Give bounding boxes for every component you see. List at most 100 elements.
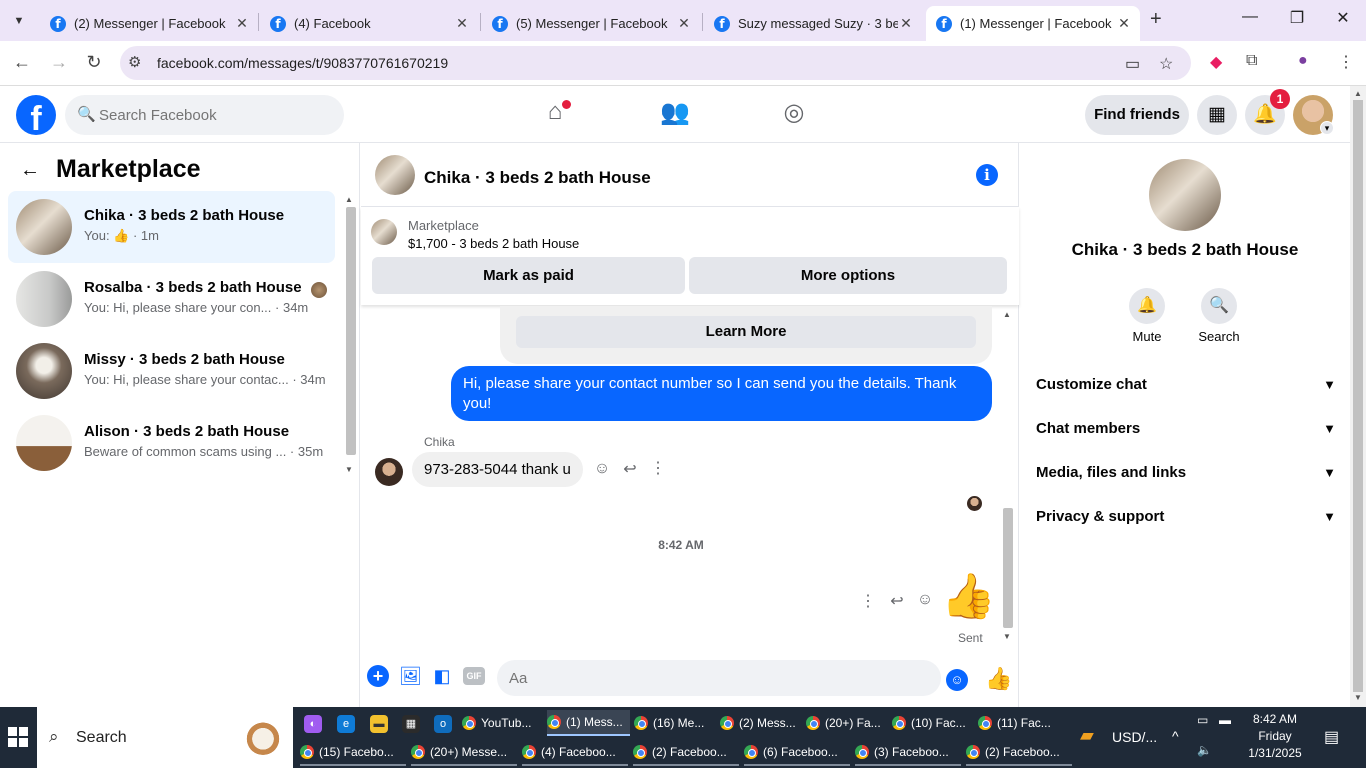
- conversation-item-missy[interactable]: Missy · 3 beds 2 bath House You: Hi, ple…: [8, 335, 335, 407]
- back-icon[interactable]: ←: [10, 52, 34, 73]
- currency-widget-label[interactable]: USD/...: [1112, 729, 1157, 745]
- taskbar-window-active[interactable]: (1) Mess...: [547, 710, 630, 736]
- incoming-message[interactable]: 973-283-5044 thank u: [412, 452, 583, 487]
- new-tab-icon[interactable]: +: [1150, 8, 1162, 31]
- taskbar-window[interactable]: (11) Fac...: [978, 710, 1058, 736]
- privacy-support-section[interactable]: Privacy & support ▼: [1036, 499, 1336, 535]
- taskbar-window[interactable]: (2) Faceboo...: [966, 740, 1072, 766]
- conversation-item-rosalba[interactable]: Rosalba · 3 beds 2 bath House You: Hi, p…: [8, 263, 335, 335]
- taskbar-window[interactable]: (10) Fac...: [892, 710, 972, 736]
- windows-start-icon[interactable]: [8, 727, 28, 747]
- extension-icon[interactable]: ◆: [1210, 52, 1222, 72]
- close-tab-icon[interactable]: ✕: [898, 15, 914, 32]
- react-emoji-icon[interactable]: ☺: [915, 591, 935, 609]
- back-arrow-icon[interactable]: ←: [20, 159, 40, 182]
- taskbar-search[interactable]: ⌕ Search: [37, 707, 293, 768]
- conversation-item-chika[interactable]: Chika · 3 beds 2 bath House You: 👍 · 1m: [8, 191, 335, 263]
- taskbar-window[interactable]: (3) Faceboo...: [855, 740, 961, 766]
- restore-icon[interactable]: ❐: [1287, 8, 1307, 28]
- send-like-icon[interactable]: 👍: [985, 666, 1012, 692]
- mute-button[interactable]: 🔔 Mute: [1117, 288, 1177, 344]
- avatar[interactable]: [1149, 159, 1221, 231]
- close-window-icon[interactable]: ✕: [1333, 8, 1353, 28]
- search-in-chat-button[interactable]: 🔍 Search: [1189, 288, 1249, 344]
- page-scrollbar[interactable]: ▲ ▼: [1350, 86, 1366, 707]
- taskbar-window[interactable]: (4) Faceboo...: [522, 740, 628, 766]
- search-input[interactable]: [99, 95, 339, 135]
- taskbar-window[interactable]: YouTub...: [462, 710, 542, 736]
- chevron-down-icon[interactable]: ▾: [1320, 121, 1334, 135]
- browser-tab[interactable]: f (5) Messenger | Facebook ✕: [482, 6, 700, 41]
- edge-icon[interactable]: e: [337, 715, 355, 733]
- bookmark-star-icon[interactable]: ☆: [1159, 54, 1173, 74]
- tab-search-dropdown-icon[interactable]: ▼: [8, 10, 30, 32]
- browser-tab[interactable]: f Suzy messaged Suzy · 3 bed ✕: [704, 6, 922, 41]
- address-bar[interactable]: ⚙ facebook.com/messages/t/90837707616702…: [120, 46, 1191, 80]
- browser-tab-active[interactable]: f (1) Messenger | Facebook ✕: [926, 6, 1140, 41]
- chat-members-section[interactable]: Chat members ▼: [1036, 411, 1336, 447]
- avatar[interactable]: [375, 155, 415, 195]
- taskbar-window[interactable]: (15) Facebo...: [300, 740, 406, 766]
- profile-icon[interactable]: ●: [1298, 52, 1308, 70]
- listing-title[interactable]: $1,700 - 3 beds 2 bath House: [408, 236, 579, 251]
- more-actions-icon[interactable]: ⋮: [648, 458, 668, 478]
- minimize-icon[interactable]: —: [1240, 8, 1260, 26]
- emoji-icon[interactable]: ☺: [946, 669, 968, 691]
- taskbar-window[interactable]: (16) Me...: [634, 710, 714, 736]
- taskbar-window[interactable]: (20+) Messe...: [411, 740, 517, 766]
- facebook-search[interactable]: 🔍: [65, 95, 344, 135]
- browser-tab[interactable]: f (4) Facebook ✕: [260, 6, 478, 41]
- site-settings-icon[interactable]: ⚙: [128, 53, 141, 71]
- gif-icon[interactable]: GIF: [463, 667, 485, 685]
- info-icon[interactable]: i: [976, 164, 998, 186]
- currency-widget-icon[interactable]: ▰: [1080, 725, 1094, 746]
- react-emoji-icon[interactable]: ☺: [592, 460, 612, 478]
- facebook-logo-icon[interactable]: f: [16, 95, 56, 135]
- outgoing-message[interactable]: Hi, please share your contact number so …: [451, 366, 992, 421]
- more-actions-icon[interactable]: ⋮: [858, 591, 878, 611]
- more-options-button[interactable]: More options: [689, 257, 1007, 294]
- find-friends-button[interactable]: Find friends: [1085, 95, 1189, 135]
- chrome-menu-icon[interactable]: ⋮: [1338, 52, 1354, 72]
- message-input[interactable]: [509, 660, 909, 696]
- customize-chat-section[interactable]: Customize chat ▼: [1036, 367, 1336, 403]
- taskbar-window[interactable]: (2) Faceboo...: [633, 740, 739, 766]
- reload-icon[interactable]: ↻: [82, 52, 106, 73]
- reply-icon[interactable]: ↩: [620, 459, 640, 479]
- listing-thumbnail[interactable]: [371, 219, 397, 245]
- mark-as-paid-button[interactable]: Mark as paid: [372, 257, 685, 294]
- close-tab-icon[interactable]: ✕: [234, 15, 250, 32]
- reply-icon[interactable]: ↩: [887, 591, 907, 611]
- close-tab-icon[interactable]: ✕: [1116, 15, 1132, 32]
- sender-avatar[interactable]: [375, 458, 403, 486]
- learn-more-button[interactable]: Learn More: [516, 316, 976, 348]
- chat-title[interactable]: Chika · 3 beds 2 bath House: [424, 168, 651, 188]
- chat-scrollbar[interactable]: ▲ ▼: [1001, 308, 1015, 644]
- extensions-puzzle-icon[interactable]: ⧉: [1246, 52, 1257, 70]
- close-tab-icon[interactable]: ✕: [454, 15, 470, 32]
- system-clock[interactable]: 8:42 AM Friday 1/31/2025: [1225, 711, 1325, 762]
- outlook-icon[interactable]: o: [434, 715, 452, 733]
- message-input-wrap[interactable]: [497, 660, 941, 696]
- conversation-item-alison[interactable]: Alison · 3 beds 2 bath House Beware of c…: [8, 407, 335, 479]
- speaker-icon[interactable]: 🔈: [1197, 743, 1212, 757]
- image-icon[interactable]: 🖼: [399, 665, 422, 687]
- browser-tab[interactable]: f (2) Messenger | Facebook ✕: [40, 6, 258, 41]
- taskbar-window[interactable]: (6) Faceboo...: [744, 740, 850, 766]
- groups-icon[interactable]: ◎: [778, 98, 810, 130]
- conversation-list-scrollbar[interactable]: ▲ ▼: [344, 193, 357, 478]
- store-icon[interactable]: ▦: [402, 715, 420, 733]
- device-icon[interactable]: ▭: [1197, 713, 1208, 727]
- friends-icon[interactable]: 👥: [659, 98, 691, 130]
- taskbar-window[interactable]: (20+) Fa...: [806, 710, 886, 736]
- copilot-icon[interactable]: ◐: [304, 715, 322, 733]
- install-app-icon[interactable]: ▭: [1125, 54, 1140, 74]
- file-explorer-icon[interactable]: ▬: [370, 715, 388, 733]
- thumbs-up-icon[interactable]: 👍: [941, 571, 996, 623]
- taskbar-window[interactable]: (2) Mess...: [720, 710, 800, 736]
- media-files-links-section[interactable]: Media, files and links ▼: [1036, 455, 1336, 491]
- plus-icon[interactable]: +: [367, 665, 389, 687]
- forward-icon[interactable]: →: [47, 52, 71, 73]
- close-tab-icon[interactable]: ✕: [676, 15, 692, 32]
- notification-center-icon[interactable]: ▤: [1324, 727, 1339, 747]
